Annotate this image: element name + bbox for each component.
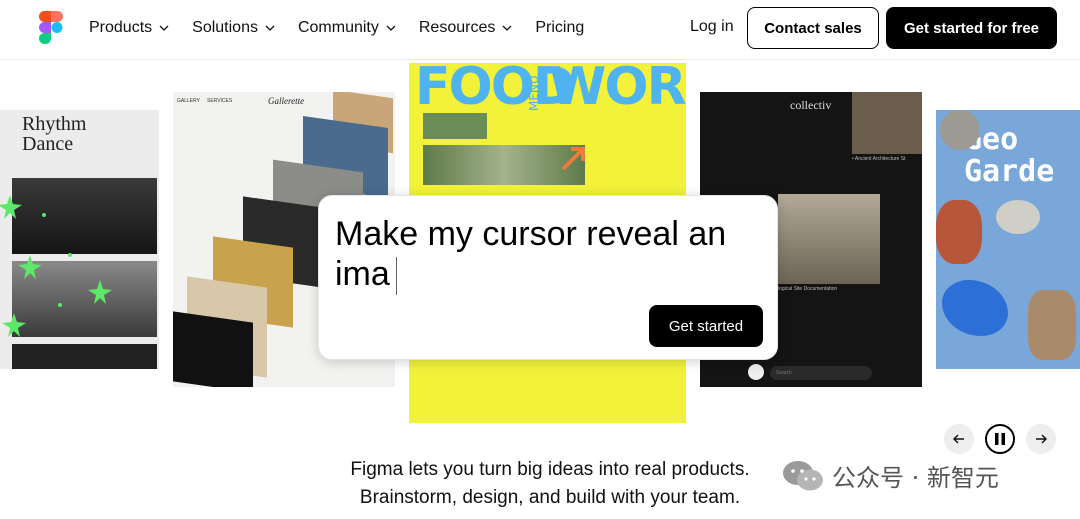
- top-navigation: Products Solutions Community Resources P…: [0, 0, 1080, 60]
- nav-resources[interactable]: Resources: [419, 19, 513, 37]
- gallery-menu-item: GALLERY: [177, 98, 200, 104]
- wechat-watermark: 公众号 · 新智元: [782, 458, 999, 493]
- ai-prompt-box[interactable]: Make my cursor reveal an ima Get started: [318, 195, 778, 360]
- pause-icon: [995, 433, 1005, 445]
- carousel-prev-button[interactable]: [944, 424, 974, 454]
- prompt-input[interactable]: Make my cursor reveal an ima: [335, 214, 755, 296]
- food-collage-photo: [423, 113, 487, 139]
- nav-solutions-label: Solutions: [192, 19, 258, 36]
- nav-pricing[interactable]: Pricing: [535, 19, 584, 37]
- get-started-button[interactable]: Get started: [649, 305, 763, 347]
- nav-community-label: Community: [297, 19, 379, 36]
- wechat-icon: [783, 460, 823, 490]
- food-title-right: WORKS: [549, 63, 686, 117]
- chevron-down-icon: [502, 25, 512, 31]
- collectiv-brand: collectiv: [790, 98, 832, 112]
- login-link[interactable]: Log in: [690, 18, 734, 36]
- figma-logo-icon[interactable]: [39, 11, 63, 45]
- tagline-line: Brainstorm, design, and build with your …: [359, 487, 741, 508]
- main-menu: Products Solutions Community Resources P…: [89, 0, 606, 56]
- get-started-free-button[interactable]: Get started for free: [886, 7, 1057, 49]
- text-caret: [395, 257, 397, 296]
- prompt-text: Make my cursor reveal an ima: [335, 215, 727, 293]
- geo-rock: [936, 200, 982, 264]
- carousel-next-button[interactable]: [1026, 424, 1056, 454]
- arrow-right-icon: [1036, 434, 1047, 444]
- nav-pricing-label: Pricing: [535, 19, 585, 36]
- hero-tagline: Figma lets you turn big ideas into real …: [290, 456, 810, 512]
- chevron-down-icon: [386, 25, 396, 31]
- geo-rock: [996, 200, 1040, 234]
- collectiv-caption: • Ancient Architecture St: [852, 156, 906, 162]
- carousel-pause-button[interactable]: [985, 424, 1015, 454]
- food-title-menu: MENU: [527, 75, 541, 111]
- nav-products[interactable]: Products: [89, 19, 170, 37]
- collectiv-avatar: [748, 364, 764, 380]
- carousel-card-rhythm-dance[interactable]: Rhythm Dance: [0, 110, 159, 369]
- card-title-line: Rhythm: [22, 113, 87, 135]
- collectiv-photo: [778, 194, 880, 284]
- chevron-down-icon: [159, 25, 169, 31]
- nav-solutions[interactable]: Solutions: [192, 19, 276, 37]
- sparkle-decoration-icon: [0, 195, 112, 337]
- collectiv-photo: [852, 92, 922, 154]
- nav-resources-label: Resources: [418, 19, 496, 36]
- geo-rock: [1028, 290, 1076, 360]
- collectiv-search-input[interactable]: Search: [770, 366, 872, 380]
- card-title-line: Dance: [22, 133, 74, 155]
- contact-sales-button[interactable]: Contact sales: [747, 7, 879, 49]
- geo-rock: [940, 110, 980, 150]
- gallery-artwork: [173, 311, 253, 387]
- chevron-down-icon: [265, 25, 275, 31]
- gallery-menu-item: SERVICES: [207, 98, 233, 104]
- nav-community[interactable]: Community: [298, 19, 397, 37]
- nav-products-label: Products: [89, 19, 153, 36]
- arrow-left-icon: [953, 434, 964, 444]
- card-title: Rhythm Dance: [22, 114, 86, 154]
- collectiv-caption: logical Site Documentation: [778, 286, 838, 292]
- tagline-line: Figma lets you turn big ideas into real …: [350, 459, 750, 480]
- carousel-card-geo-garden[interactable]: Geo Garde: [936, 110, 1080, 369]
- watermark-text: 公众号 · 新智元: [832, 464, 999, 492]
- geo-title-line: Garde: [964, 154, 1055, 189]
- gallery-brand: Gallerette: [268, 96, 305, 106]
- geo-butterfly: [942, 280, 1008, 336]
- arrow-decoration-icon: [561, 147, 585, 171]
